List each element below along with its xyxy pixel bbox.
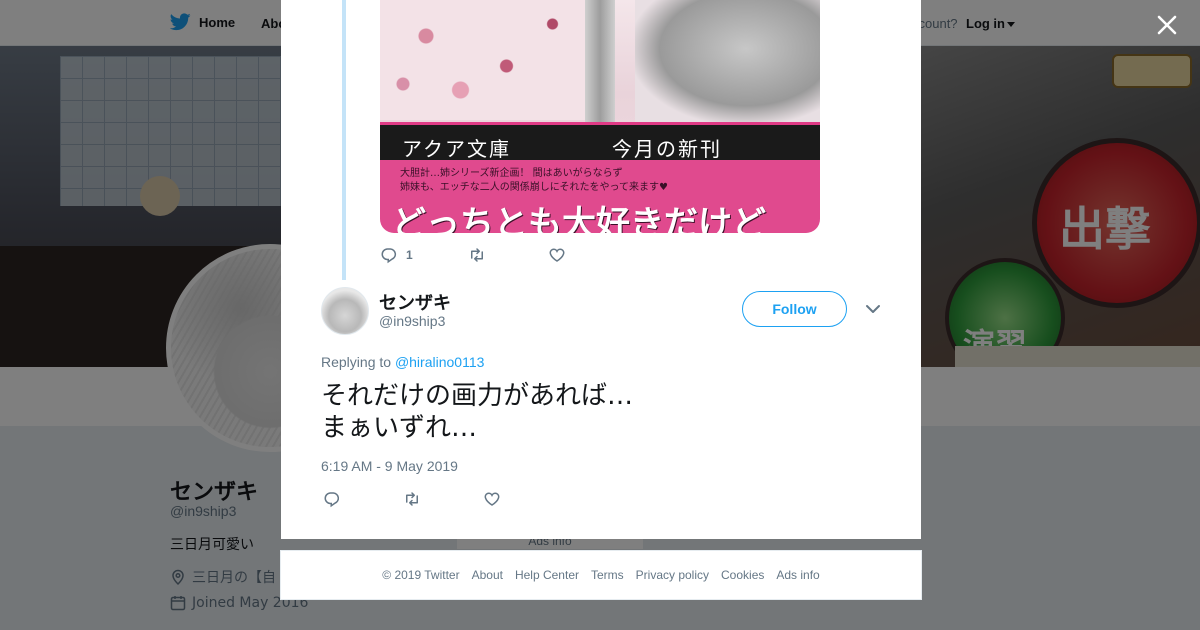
media-caption: 大胆計…姉シリーズ新企画！ 間はあいがらならず 姉妹も、エッチな二人の関係崩しに… xyxy=(380,160,820,233)
parent-like-button[interactable] xyxy=(548,246,566,264)
retweet-icon xyxy=(406,492,418,506)
replying-to-line: Replying to @hiralino0113 xyxy=(321,354,484,370)
tweet-author-name[interactable]: センザキ xyxy=(379,289,451,315)
footer-link-terms[interactable]: Terms xyxy=(591,568,624,582)
like-button[interactable] xyxy=(483,490,501,508)
retweet-icon xyxy=(471,248,483,262)
footer-link-about[interactable]: About xyxy=(472,568,503,582)
media-title-bar: アクア文庫 今月の新刊 xyxy=(380,122,820,161)
reply-icon xyxy=(324,492,340,508)
footer-copyright: © 2019 Twitter xyxy=(382,568,460,582)
parent-reply-button[interactable]: 1 xyxy=(380,246,468,264)
tweet-actions xyxy=(323,489,501,509)
parent-tweet-media[interactable]: アクア文庫 今月の新刊 大胆計…姉シリーズ新企画！ 間はあいがらならず 姉妹も、… xyxy=(380,0,820,233)
tweet-text: それだけの画力があれば… まぁいずれ… xyxy=(321,380,633,444)
reply-icon xyxy=(381,248,397,264)
like-icon xyxy=(549,248,565,262)
tweet-text-line: それだけの画力があれば… xyxy=(321,381,634,411)
thread-connector-line xyxy=(342,0,346,280)
tweet-timestamp[interactable]: 6:19 AM - 9 May 2019 xyxy=(321,458,458,474)
replying-prefix: Replying to xyxy=(321,354,395,370)
footer-link-ads-info[interactable]: Ads info xyxy=(776,568,819,582)
footer-link-privacy[interactable]: Privacy policy xyxy=(636,568,709,582)
follow-button[interactable]: Follow xyxy=(742,291,847,327)
like-icon xyxy=(484,492,500,506)
reply-count: 1 xyxy=(406,248,413,262)
parent-tweet-actions: 1 xyxy=(380,245,566,265)
close-icon[interactable] xyxy=(1154,12,1180,38)
retweet-button[interactable] xyxy=(403,490,483,508)
tweet-author-handle[interactable]: @in9ship3 xyxy=(379,313,445,329)
parent-retweet-button[interactable] xyxy=(468,246,548,264)
tweet-text-line: まぁいずれ… xyxy=(321,413,478,443)
chevron-down-icon[interactable] xyxy=(865,303,881,315)
footer-link-cookies[interactable]: Cookies xyxy=(721,568,764,582)
replying-to-mention[interactable]: @hiralino0113 xyxy=(395,354,484,370)
modal-footer: © 2019 Twitter About Help Center Terms P… xyxy=(280,550,922,600)
tweet-author-avatar[interactable] xyxy=(321,287,369,335)
footer-link-help-center[interactable]: Help Center xyxy=(515,568,579,582)
reply-button[interactable] xyxy=(323,490,403,508)
